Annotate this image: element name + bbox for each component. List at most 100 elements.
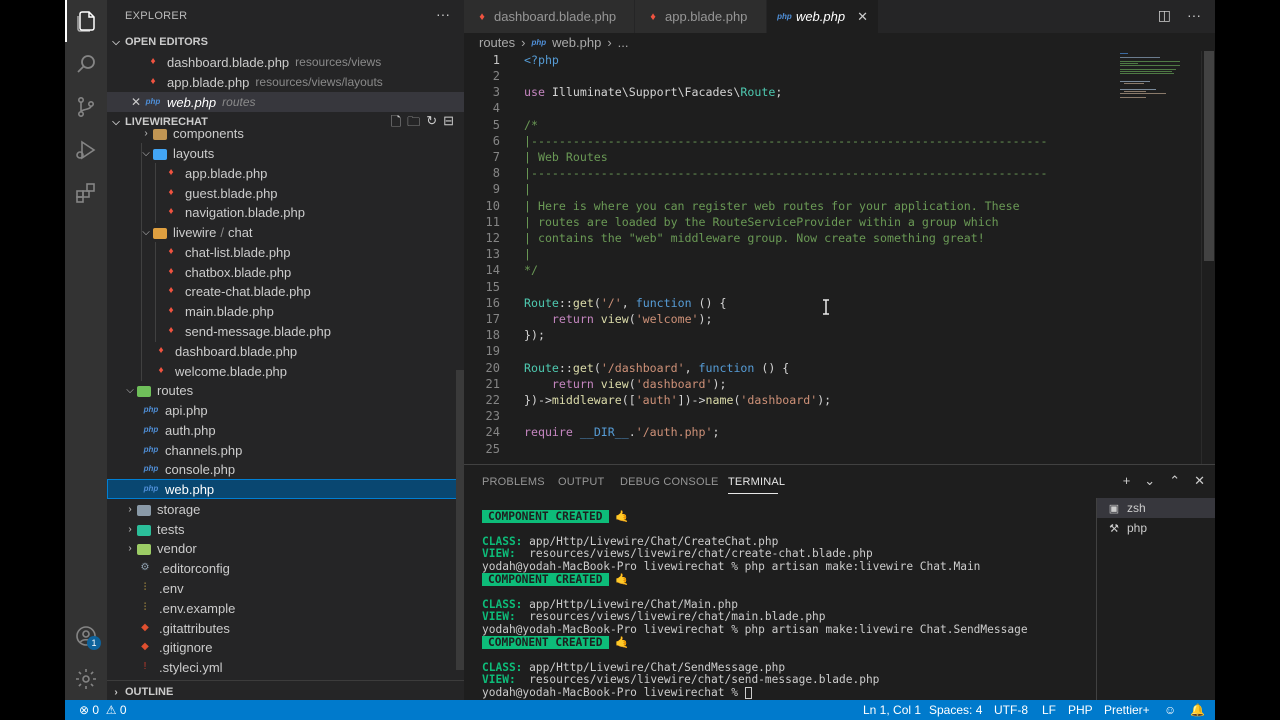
breadcrumb-symbol[interactable]: ... <box>618 35 629 50</box>
terminal-item-php[interactable]: ⚒ php <box>1097 518 1215 538</box>
search-icon[interactable] <box>65 43 107 85</box>
settings-gear-icon[interactable] <box>65 658 107 700</box>
tree-file[interactable]: ♦ chat-list.blade.php <box>107 242 464 262</box>
active-tab-indicator <box>728 493 778 494</box>
encoding-status[interactable]: UTF-8 <box>994 703 1028 717</box>
tree-folder-tests[interactable]: › tests <box>107 519 464 539</box>
extensions-icon[interactable] <box>65 172 107 214</box>
tree-file[interactable]: ♦ welcome.blade.php <box>107 361 464 381</box>
breadcrumb-folder[interactable]: routes <box>479 35 515 50</box>
terminal-item-zsh[interactable]: ▣ zsh <box>1097 498 1215 518</box>
open-editors-header[interactable]: ⌵ OPEN EDITORS <box>107 31 464 53</box>
tree-file[interactable]: ◆ .gitattributes <box>107 618 464 638</box>
terminal-prompt: yodah@yodah-MacBook-Pro livewirechat % p… <box>482 623 1028 636</box>
git-icon: ◆ <box>141 622 149 633</box>
minimap[interactable] <box>1116 51 1196 111</box>
new-terminal-icon[interactable]: + <box>1123 473 1131 489</box>
tree-file[interactable]: ♦ app.blade.php <box>107 163 464 183</box>
code-line: use Illuminate\Support\Facades\Route; <box>524 85 783 99</box>
tree-file[interactable]: php auth.php <box>107 420 464 440</box>
sidebar-scrollbar[interactable] <box>456 370 464 670</box>
eol-status[interactable]: LF <box>1042 703 1056 717</box>
open-editor-item-active[interactable]: ✕ php web.php routes <box>107 92 464 112</box>
open-editor-item[interactable]: ♦ dashboard.blade.php resources/views <box>107 52 464 72</box>
tab-debug-console[interactable]: DEBUG CONSOLE <box>620 476 719 488</box>
line-number: 2 <box>492 69 500 83</box>
tree-file[interactable]: ⚙ .editorconfig <box>107 558 464 578</box>
tree-file[interactable]: ♦ send-message.blade.php <box>107 321 464 341</box>
tree-label: chat-list.blade.php <box>185 244 291 260</box>
tree-file[interactable]: php console.php <box>107 459 464 479</box>
breadcrumb-file[interactable]: web.php <box>552 35 601 50</box>
blade-file-icon: ♦ <box>150 56 156 67</box>
tree-folder-routes[interactable]: ⌵ routes <box>107 380 464 400</box>
tree-folder-vendor[interactable]: › vendor <box>107 538 464 558</box>
close-panel-icon[interactable]: ✕ <box>1194 473 1205 489</box>
tree-file[interactable]: php channels.php <box>107 440 464 460</box>
code-editor[interactable]: 1 2 3 4 5 6 7 8 9 10 11 12 13 14 15 16 1… <box>464 51 1215 464</box>
maximize-panel-icon[interactable]: ⌃ <box>1169 473 1180 489</box>
tree-file[interactable]: ♦ chatbox.blade.php <box>107 262 464 282</box>
tab-terminal[interactable]: TERMINAL <box>728 476 785 488</box>
emoji: 🤙 <box>615 636 630 649</box>
chevron-right-icon: › <box>521 34 526 50</box>
feedback-icon[interactable]: ☺ <box>1164 703 1176 717</box>
line-number: 24 <box>485 425 500 439</box>
tool-icon: ⚒ <box>1109 522 1119 535</box>
tab-app-blade[interactable]: ♦ app.blade.php <box>635 0 767 33</box>
tree-file[interactable]: ◆ .gitignore <box>107 637 464 657</box>
close-icon[interactable]: ✕ <box>129 95 143 109</box>
tab-label: dashboard.blade.php <box>494 9 617 24</box>
terminal-input-line[interactable]: yodah@yodah-MacBook-Pro livewirechat % <box>482 686 752 699</box>
tree-file[interactable]: ♦ navigation.blade.php <box>107 202 464 222</box>
source-control-icon[interactable] <box>65 86 107 128</box>
tree-folder-livewire-chat[interactable]: ⌵ livewire / chat <box>107 222 464 242</box>
line-number: 17 <box>485 312 500 326</box>
tree-folder-layouts[interactable]: ⌵ layouts <box>107 143 464 163</box>
line-number: 15 <box>485 280 500 294</box>
tab-problems[interactable]: PROBLEMS <box>482 476 545 488</box>
formatter-status[interactable]: Prettier+ <box>1104 703 1150 717</box>
tree-folder-components[interactable]: › components <box>107 124 464 142</box>
chevron-down-icon: ⌵ <box>112 36 120 48</box>
tree-file-selected[interactable]: php web.php <box>107 479 464 499</box>
scrollbar-thumb[interactable] <box>1204 51 1214 261</box>
line-number: 9 <box>492 182 500 196</box>
tree-file[interactable]: ⫶ .env <box>107 578 464 598</box>
line-number: 8 <box>492 166 500 180</box>
php-file-icon: php <box>145 97 161 106</box>
more-actions-icon[interactable]: ··· <box>436 6 450 22</box>
line-number: 13 <box>485 247 500 261</box>
notifications-bell-icon[interactable]: 🔔 <box>1190 703 1205 717</box>
tab-web-php[interactable]: php web.php ✕ <box>767 0 879 33</box>
tab-output[interactable]: OUTPUT <box>558 476 604 488</box>
tab-dashboard-blade[interactable]: ♦ dashboard.blade.php <box>464 0 635 33</box>
open-editor-item[interactable]: ♦ app.blade.php resources/views/layouts <box>107 72 464 92</box>
outline-header[interactable]: › OUTLINE <box>107 681 464 700</box>
folder-icon <box>137 504 151 516</box>
more-actions-icon[interactable]: ··· <box>1187 7 1201 24</box>
tree-folder-storage[interactable]: › storage <box>107 499 464 519</box>
tree-file[interactable]: php api.php <box>107 400 464 420</box>
blade-file-icon: ♦ <box>168 167 174 178</box>
problems-status[interactable]: ⊗ 0 ⚠ 0 <box>79 703 127 717</box>
split-editor-icon[interactable]: ◫ <box>1158 7 1171 24</box>
tree-file[interactable]: ♦ dashboard.blade.php <box>107 341 464 361</box>
chevron-down-icon[interactable]: ⌄ <box>1144 473 1155 489</box>
close-tab-icon[interactable]: ✕ <box>857 9 868 25</box>
language-mode[interactable]: PHP <box>1068 703 1093 717</box>
chevron-down-icon: ⌵ <box>142 226 150 238</box>
explorer-icon[interactable] <box>65 0 107 42</box>
editor-scrollbar[interactable] <box>1201 51 1215 464</box>
run-debug-icon[interactable] <box>65 129 107 171</box>
open-editors-label: OPEN EDITORS <box>125 36 208 48</box>
indentation-status[interactable]: Spaces: 4 <box>929 703 982 717</box>
tree-file[interactable]: ♦ guest.blade.php <box>107 183 464 203</box>
account-icon[interactable] <box>65 615 107 657</box>
cursor-position[interactable]: Ln 1, Col 1 <box>863 703 921 717</box>
tree-file[interactable]: ♦ main.blade.php <box>107 301 464 321</box>
tree-file[interactable]: ⫶ .env.example <box>107 598 464 618</box>
code-line: <?php <box>524 53 559 67</box>
tree-file[interactable]: ♦ create-chat.blade.php <box>107 281 464 301</box>
tree-file[interactable]: ! .styleci.yml <box>107 657 464 677</box>
